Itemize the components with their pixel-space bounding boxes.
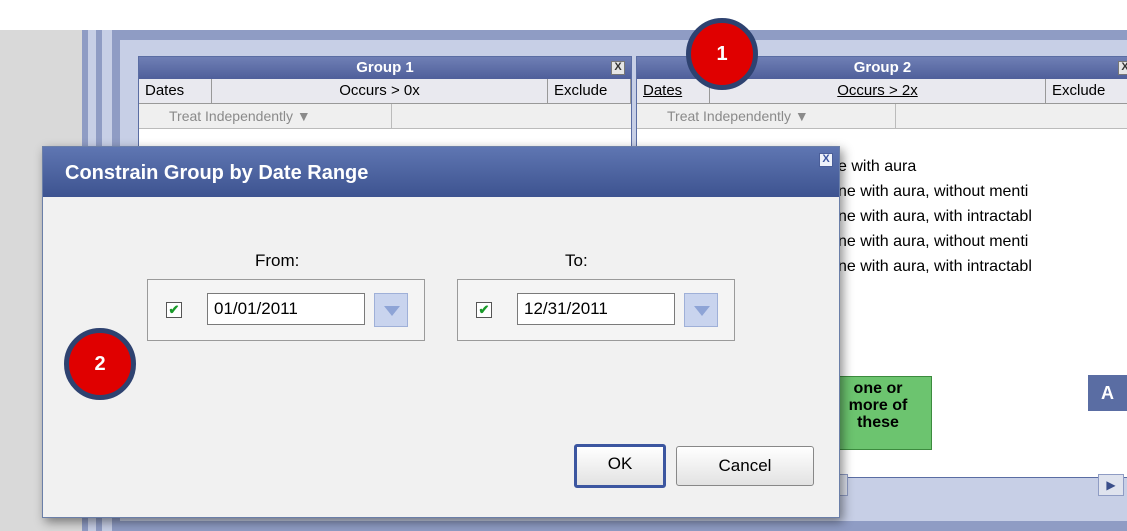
to-date-checkbox[interactable]: ✔ (476, 302, 492, 318)
from-label: From: (255, 251, 300, 270)
close-icon[interactable]: X (611, 61, 625, 75)
group-2-exclude-button[interactable]: Exclude (1046, 79, 1127, 103)
group-2-treat-row: Treat Independently ▼ (637, 104, 1127, 129)
group-2-occurs-button[interactable]: Occurs > 2x (710, 79, 1046, 103)
concept-item[interactable]: ne with aura, with intractabl (838, 254, 1032, 279)
from-date-dropdown-icon[interactable] (374, 293, 408, 327)
dialog-title-bar: Constrain Group by Date Range X (43, 147, 839, 197)
group-1-treat-row: Treat Independently ▼ (139, 104, 631, 129)
group-1-columns: Dates Occurs > 0x Exclude (139, 79, 631, 104)
step-badge-1: 1 (686, 18, 758, 90)
workspace-top-bar (120, 30, 1127, 40)
concept-item[interactable]: ne with aura, without menti (838, 229, 1032, 254)
from-date-group: ✔ 01/01/2011 (147, 279, 425, 341)
group-2-dates-button[interactable]: Dates (637, 79, 710, 103)
concept-item[interactable]: e with aura (838, 154, 1032, 179)
to-date-group: ✔ 12/31/2011 (457, 279, 735, 341)
concept-item[interactable]: ne with aura, without menti (838, 179, 1032, 204)
group-1-title: Group 1 (356, 59, 414, 76)
date-range-dialog: Constrain Group by Date Range X From: To… (42, 146, 840, 518)
logic-operator-line: one or (853, 380, 903, 397)
group-2-treat-dropdown[interactable]: Treat Independently ▼ (667, 108, 809, 124)
add-group-button[interactable]: A (1088, 375, 1127, 411)
divider (391, 104, 392, 128)
logic-operator-line: these (857, 414, 899, 431)
ok-button[interactable]: OK (574, 444, 666, 488)
from-date-checkbox[interactable]: ✔ (166, 302, 182, 318)
scroll-right-icon[interactable]: ▶ (1098, 474, 1124, 496)
cancel-button[interactable]: Cancel (676, 446, 814, 486)
group-1-header: Group 1 X (139, 57, 631, 79)
to-label: To: (565, 251, 588, 270)
step-badge-2: 2 (64, 328, 136, 400)
from-date-input[interactable]: 01/01/2011 (207, 293, 365, 325)
divider (895, 104, 896, 128)
close-icon[interactable]: X (819, 153, 833, 167)
logic-operator-line: more of (848, 397, 908, 414)
concept-item[interactable]: ne with aura, with intractabl (838, 204, 1032, 229)
group-2-title: Group 2 (853, 59, 912, 76)
group-1-exclude-button[interactable]: Exclude (548, 79, 631, 103)
group-1-dates-button[interactable]: Dates (139, 79, 212, 103)
to-date-input[interactable]: 12/31/2011 (517, 293, 675, 325)
close-icon[interactable]: X (1118, 61, 1127, 75)
dialog-title: Constrain Group by Date Range (65, 162, 369, 184)
logic-operator-box[interactable]: one or more of these (824, 376, 932, 450)
to-date-dropdown-icon[interactable] (684, 293, 718, 327)
group-1-treat-dropdown[interactable]: Treat Independently ▼ (169, 108, 311, 124)
concept-list: e with aura ne with aura, without menti … (838, 154, 1032, 279)
group-1-occurs-button[interactable]: Occurs > 0x (212, 79, 548, 103)
workspace-bottom-bar (120, 521, 1127, 531)
